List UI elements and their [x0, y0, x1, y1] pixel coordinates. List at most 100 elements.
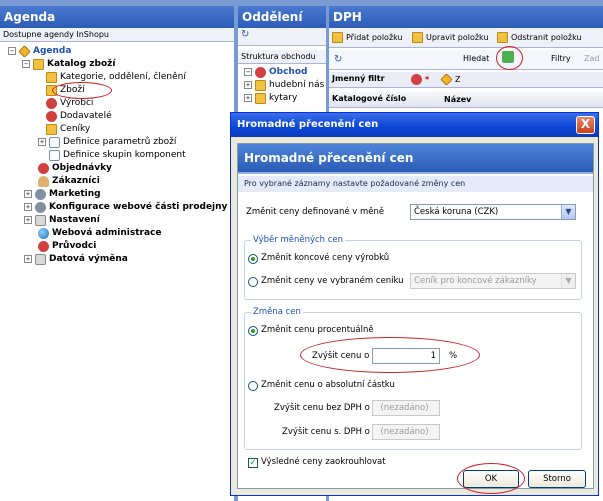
tree-item-orders[interactable]: Objednávky — [38, 162, 112, 174]
price-list-label[interactable]: Změnit ceny ve vybraném ceníku — [261, 276, 404, 286]
dph-titlebar: DPH — [329, 6, 603, 28]
z-icon — [440, 73, 453, 86]
expand-icon[interactable]: + — [38, 138, 46, 146]
add-icon — [332, 32, 343, 43]
star-filter-button[interactable]: * — [411, 74, 429, 85]
absolute-radio[interactable] — [248, 381, 258, 391]
tree-item-guitars[interactable]: + kytary — [244, 92, 297, 104]
highlight-ok — [457, 463, 525, 494]
catalog-icon — [33, 58, 44, 70]
agenda-titlebar: Agenda — [0, 6, 234, 28]
back-icon[interactable]: ↻ — [334, 54, 342, 65]
tree-item-suppliers[interactable]: Dodavatelé — [46, 110, 112, 122]
remove-icon — [497, 32, 508, 43]
expand-icon[interactable]: + — [24, 203, 32, 211]
price-list-icon — [46, 123, 57, 135]
highlight-filter-icon — [496, 46, 523, 70]
raise-no-vat-label: Zvýšit cenu bez DPH o — [274, 403, 370, 413]
globe-icon — [38, 227, 49, 239]
filter-input[interactable]: Zad — [584, 54, 599, 63]
tree-item-price-lists[interactable]: Ceníky — [46, 123, 90, 135]
add-item-button[interactable]: Přidat položku — [332, 32, 403, 43]
tree-item-params[interactable]: + Definice parametrů zboží — [38, 136, 176, 148]
tools-icon — [35, 214, 46, 226]
search-button[interactable]: Hledat — [463, 54, 489, 63]
cancel-button[interactable]: Storno — [528, 470, 586, 488]
dialog-content: Hromadné přecenění cen Pro vybrané zázna… — [237, 143, 594, 489]
tree-item-marketing[interactable]: + Marketing — [24, 188, 101, 200]
shop-icon — [255, 66, 266, 78]
oddeleni-subtitle: Struktura obchodu — [238, 50, 326, 64]
name-filter-label: Jmenný filtr — [332, 74, 385, 83]
tree-item-settings[interactable]: + Nastavení — [24, 214, 100, 226]
tree-item-music[interactable]: + hudební nás — [244, 79, 324, 91]
highlight-goods — [52, 82, 112, 99]
tree-item-customers[interactable]: Zákazníci — [38, 175, 100, 187]
price-list-radio[interactable] — [248, 277, 258, 287]
params-icon — [49, 136, 60, 148]
oddeleni-toolbar: ↻ — [238, 28, 326, 46]
gear-icon — [35, 201, 46, 213]
collapse-icon[interactable]: − — [22, 60, 30, 68]
tree-item-agenda[interactable]: − Agenda — [8, 44, 71, 58]
chevron-down-icon[interactable]: ▼ — [561, 205, 575, 219]
raise-vat-label: Zvýšit cenu s. DPH o — [282, 427, 370, 437]
price-change-title: Změna cen — [251, 307, 303, 317]
supplier-icon — [46, 110, 57, 122]
tree-item-web-admin[interactable]: Webová administrace — [38, 227, 162, 239]
maker-icon — [46, 97, 57, 109]
expand-icon[interactable]: + — [24, 190, 32, 198]
exchange-icon — [35, 253, 46, 265]
tree-item-component-groups[interactable]: Definice skupin komponent — [49, 149, 186, 161]
tree-item-data-exchange[interactable]: + Datová výměna — [24, 253, 128, 265]
doc-icon — [49, 149, 60, 161]
dialog-description: Pro vybrané záznamy nastavte požadované … — [238, 176, 593, 192]
column-name[interactable]: Název — [444, 95, 471, 104]
oddeleni-titlebar: Oddělení — [238, 6, 326, 28]
agenda-subtitle: Dostupne agendy InShopu — [0, 28, 234, 42]
tree-item-wizards[interactable]: Průvodci — [38, 240, 96, 252]
price-selection-group: Výběr měněných cen — [244, 235, 582, 300]
chevron-down-icon[interactable]: ▼ — [561, 274, 575, 288]
collapse-icon[interactable]: − — [244, 68, 252, 76]
price-selection-title: Výběr měněných cen — [251, 235, 346, 245]
edit-icon — [412, 32, 423, 43]
column-catalog-number[interactable]: Katalogové číslo — [332, 94, 406, 103]
folder-icon — [255, 92, 266, 104]
z-filter-button[interactable]: Z — [440, 73, 460, 86]
currency-label: Změnit ceny definované v měně — [246, 207, 385, 217]
tree-item-catalog[interactable]: − Katalog zboží — [22, 58, 115, 70]
final-prices-radio[interactable] — [248, 254, 258, 264]
filters-button[interactable]: Filtry — [551, 54, 571, 63]
collapse-icon[interactable]: − — [8, 47, 16, 55]
tree-item-web-config[interactable]: + Konfigurace webové části prodejny — [24, 201, 227, 213]
expand-icon[interactable]: + — [244, 81, 252, 89]
close-icon: X — [580, 117, 591, 131]
round-label[interactable]: Výsledné ceny zaokrouhlovat — [261, 457, 386, 467]
expand-icon[interactable]: + — [24, 216, 32, 224]
customers-icon — [38, 175, 49, 187]
tree-item-categories[interactable]: Kategorie, oddělení, členění — [46, 71, 186, 83]
percent-label[interactable]: Změnit cenu procentuálně — [261, 325, 374, 335]
edit-item-button[interactable]: Upravit položku — [412, 32, 489, 43]
folder-icon — [255, 79, 266, 91]
refresh-icon[interactable]: ↻ — [241, 29, 249, 40]
raise-vat-input[interactable]: (nezadáno) — [372, 424, 440, 440]
orders-icon — [38, 162, 49, 174]
remove-item-button[interactable]: Odstranit položku — [497, 32, 582, 43]
currency-select[interactable]: Česká koruna (CZK) ▼ — [410, 204, 576, 220]
star-icon — [411, 74, 422, 85]
highlight-raise-percent — [300, 337, 480, 373]
final-prices-label[interactable]: Změnit koncové ceny výrobků — [261, 253, 389, 263]
absolute-label[interactable]: Změnit cenu o absolutní částku — [261, 380, 395, 390]
expand-icon[interactable]: + — [24, 255, 32, 263]
expand-icon[interactable]: + — [244, 94, 252, 102]
dialog-header: Hromadné přecenění cen — [238, 144, 593, 174]
percent-radio[interactable] — [248, 326, 258, 336]
price-list-select[interactable]: Ceník pro koncové zákazníky ▼ — [410, 273, 576, 289]
round-checkbox[interactable]: ✓ — [248, 458, 258, 468]
tree-item-shop[interactable]: − Obchod — [244, 66, 307, 78]
raise-no-vat-input[interactable]: (nezadáno) — [372, 400, 440, 416]
folder-icon — [46, 71, 57, 83]
close-button[interactable]: X — [576, 116, 595, 134]
